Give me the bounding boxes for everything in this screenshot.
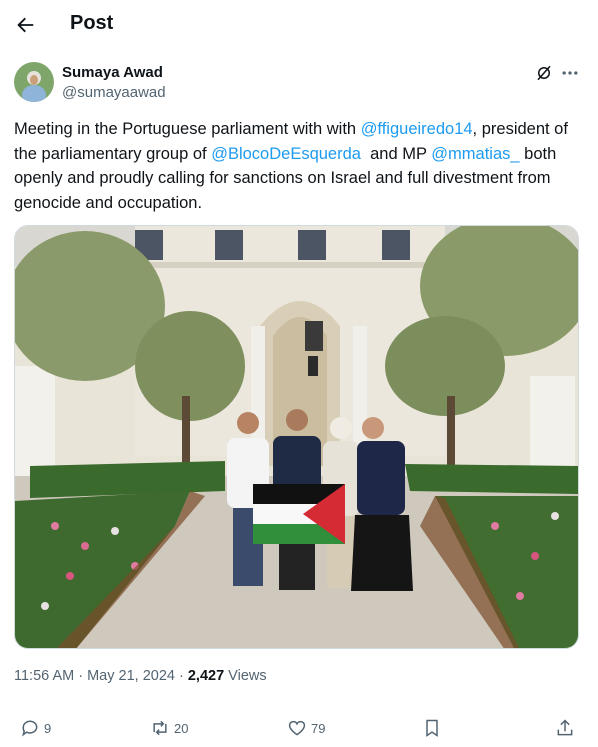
action-bar: 9 20 79 (0, 712, 598, 742)
mention-link[interactable]: @mmatias_ (431, 145, 519, 163)
bookmark-button[interactable] (422, 718, 446, 738)
share-button[interactable] (555, 718, 579, 738)
reply-button[interactable]: 9 (20, 718, 51, 738)
post-date[interactable]: May 21, 2024 (87, 668, 175, 684)
reply-icon (22, 720, 38, 737)
repost-icon (153, 720, 167, 736)
views-label: Views (224, 668, 267, 684)
author-handle[interactable]: @sumayaawad (62, 84, 166, 101)
mention-link[interactable]: @ffigueiredo14 (361, 120, 473, 138)
mention-link[interactable]: @BlocoDeEsquerda (211, 145, 361, 163)
like-count: 79 (311, 720, 326, 736)
reply-count: 9 (44, 720, 52, 736)
page-title: Post (70, 12, 114, 34)
more-icon[interactable] (560, 64, 580, 82)
like-button[interactable]: 79 (287, 718, 325, 738)
author-display-name[interactable]: Sumaya Awad (62, 64, 163, 81)
post-meta: 11:56 AM · May 21, 2024 · 2,427 Views (14, 668, 267, 684)
post-text-part: Meeting in the Portuguese parliament wit… (14, 120, 361, 138)
repost-count: 20 (174, 720, 189, 736)
bookmark-icon (426, 719, 438, 737)
back-arrow-icon[interactable] (14, 14, 36, 36)
meta-separator: · (174, 668, 188, 684)
views-count: 2,427 (187, 668, 225, 684)
post-text-part: and MP (360, 144, 432, 163)
like-icon (288, 720, 306, 736)
share-icon (557, 719, 573, 736)
meta-separator: · (74, 668, 88, 684)
grok-icon[interactable] (535, 64, 553, 82)
post-time[interactable]: 11:56 AM (14, 668, 74, 684)
avatar[interactable] (14, 62, 54, 102)
post-header: Post (0, 0, 598, 52)
post-photo[interactable] (14, 225, 579, 649)
post-text: Meeting in the Portuguese parliament wit… (14, 117, 580, 215)
repost-button[interactable]: 20 (150, 718, 188, 738)
